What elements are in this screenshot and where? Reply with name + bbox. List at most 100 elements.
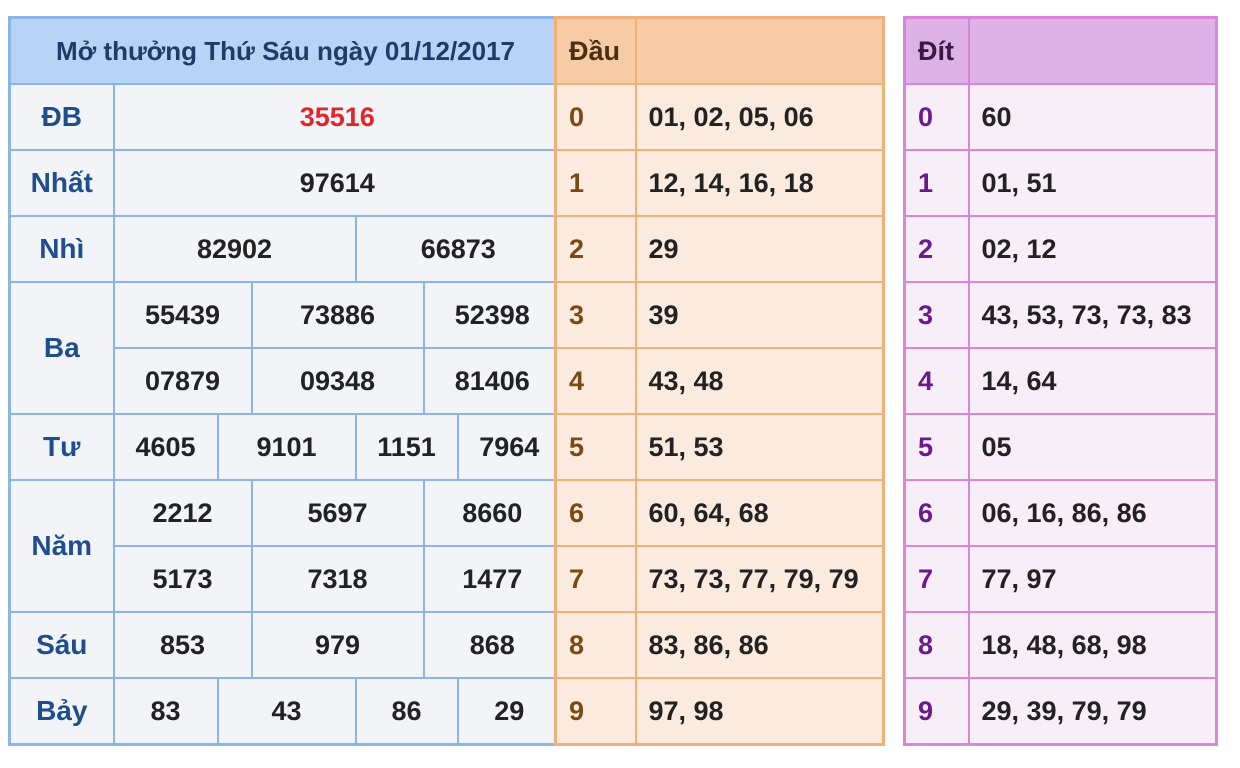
prize-label: Bảy (8, 677, 115, 746)
prize-value: 853 (112, 611, 253, 679)
prize-value: 7318 (250, 545, 425, 613)
dit-row: 4 14, 64 (903, 347, 1218, 415)
prize-label: Sáu (8, 611, 115, 679)
prize-value: 4605 (112, 413, 219, 481)
prize-value: 868 (422, 611, 563, 679)
dit-row-value: 14, 64 (967, 347, 1218, 415)
dit-header-value (967, 16, 1218, 85)
prize-value: 55439 (112, 281, 253, 349)
prize-value: 81406 (422, 347, 563, 415)
dit-row: 0 60 (903, 83, 1218, 151)
results-table: Mở thưởng Thứ Sáu ngày 01/12/2017 ĐB 355… (8, 16, 564, 746)
dit-row: 1 01, 51 (903, 149, 1218, 217)
prize-label: Tư (8, 413, 115, 481)
dau-row: 2 29 (554, 215, 885, 283)
prize-value: 52398 (422, 281, 563, 349)
dau-header-row: Đầu (554, 16, 885, 85)
dau-row: 4 43, 48 (554, 347, 885, 415)
dau-header: Đầu (554, 16, 637, 85)
results-header-row: Mở thưởng Thứ Sáu ngày 01/12/2017 (8, 16, 563, 85)
prize-row-sau: Sáu 853 979 868 (8, 611, 563, 679)
prize-value: 35516 (112, 83, 563, 151)
prize-row-tu: Tư 4605 9101 1151 7964 (8, 413, 563, 481)
dit-row: 3 43, 53, 73, 73, 83 (903, 281, 1218, 349)
dau-row: 6 60, 64, 68 (554, 479, 885, 547)
dit-table: Đít 0 60 1 01, 51 2 02, 12 3 43, 53, 73, 73, 83… (903, 16, 1218, 746)
prize-row-nam: Năm 2212 5697 8660 (8, 479, 563, 613)
dau-row-key: 9 (554, 677, 637, 746)
dit-row-key: 0 (903, 83, 970, 151)
prize-value: 73886 (250, 281, 425, 349)
dau-row: 5 51, 53 (554, 413, 885, 481)
prize-label: ĐB (8, 83, 115, 151)
prize-value: 2212 (112, 479, 253, 547)
prize-value: 979 (250, 611, 425, 679)
dit-row: 2 02, 12 (903, 215, 1218, 283)
dau-row: 1 12, 14, 16, 18 (554, 149, 885, 217)
dau-row-key: 0 (554, 83, 637, 151)
dit-row-value: 18, 48, 68, 98 (967, 611, 1218, 679)
dit-rows: 0 60 1 01, 51 2 02, 12 3 43, 53, 73, 73, 83 4 14,… (903, 83, 1218, 746)
prize-value: 5173 (112, 545, 253, 613)
dau-row-value: 29 (634, 215, 885, 283)
dit-row-key: 4 (903, 347, 970, 415)
prize-row-bay: Bảy 83 43 86 29 (8, 677, 563, 746)
dau-row-key: 2 (554, 215, 637, 283)
prize-row-ba: Ba 55439 73886 52398 (8, 281, 563, 415)
prize-value: 83 (112, 677, 219, 746)
dau-rows: 0 01, 02, 05, 06 1 12, 14, 16, 18 2 29 3 39 4 43,… (554, 83, 885, 746)
dit-row: 9 29, 39, 79, 79 (903, 677, 1218, 746)
dau-row-value: 51, 53 (634, 413, 885, 481)
results-title: Mở thưởng Thứ Sáu ngày 01/12/2017 (8, 16, 563, 85)
dit-row-value: 06, 16, 86, 86 (967, 479, 1218, 547)
dau-row-value: 97, 98 (634, 677, 885, 746)
prize-label: Nhì (8, 215, 115, 283)
dit-header-row: Đít (903, 16, 1218, 85)
dau-row-value: 83, 86, 86 (634, 611, 885, 679)
prize-value: 07879 (112, 347, 253, 415)
prize-value: 82902 (112, 215, 357, 283)
dau-row-key: 4 (554, 347, 637, 415)
dit-row-key: 5 (903, 413, 970, 481)
prize-label: Ba (8, 281, 115, 415)
prize-value: 5697 (250, 479, 425, 547)
prize-value: 1477 (422, 545, 563, 613)
prize-value: 86 (354, 677, 459, 746)
dau-row-key: 1 (554, 149, 637, 217)
dit-row-key: 3 (903, 281, 970, 349)
dit-row-value: 29, 39, 79, 79 (967, 677, 1218, 746)
dau-row-key: 6 (554, 479, 637, 547)
prize-value: 1151 (354, 413, 459, 481)
dit-header: Đít (903, 16, 970, 85)
dit-row: 5 05 (903, 413, 1218, 481)
dau-row-key: 7 (554, 545, 637, 613)
prize-row-db: ĐB 35516 (8, 83, 563, 151)
dau-row-value: 43, 48 (634, 347, 885, 415)
prize-value: 29 (456, 677, 563, 746)
prize-row-nhi: Nhì 82902 66873 (8, 215, 563, 283)
dit-row-key: 7 (903, 545, 970, 613)
dau-row-key: 3 (554, 281, 637, 349)
dau-row-key: 5 (554, 413, 637, 481)
dau-row-value: 73, 73, 77, 79, 79 (634, 545, 885, 613)
dau-row-value: 39 (634, 281, 885, 349)
dau-row-key: 8 (554, 611, 637, 679)
dit-row-value: 01, 51 (967, 149, 1218, 217)
prize-value: 7964 (456, 413, 563, 481)
dit-row-value: 60 (967, 83, 1218, 151)
dau-row: 8 83, 86, 86 (554, 611, 885, 679)
prize-value: 66873 (354, 215, 563, 283)
dit-row-key: 6 (903, 479, 970, 547)
dau-row-value: 60, 64, 68 (634, 479, 885, 547)
prize-label: Nhất (8, 149, 115, 217)
prize-row-nhat: Nhất 97614 (8, 149, 563, 217)
dau-row-value: 01, 02, 05, 06 (634, 83, 885, 151)
dit-row: 6 06, 16, 86, 86 (903, 479, 1218, 547)
dau-row: 7 73, 73, 77, 79, 79 (554, 545, 885, 613)
dit-row-key: 8 (903, 611, 970, 679)
prize-value: 97614 (112, 149, 563, 217)
prize-label: Năm (8, 479, 115, 613)
dit-row-value: 77, 97 (967, 545, 1218, 613)
dit-row-value: 02, 12 (967, 215, 1218, 283)
prize-value: 43 (216, 677, 357, 746)
